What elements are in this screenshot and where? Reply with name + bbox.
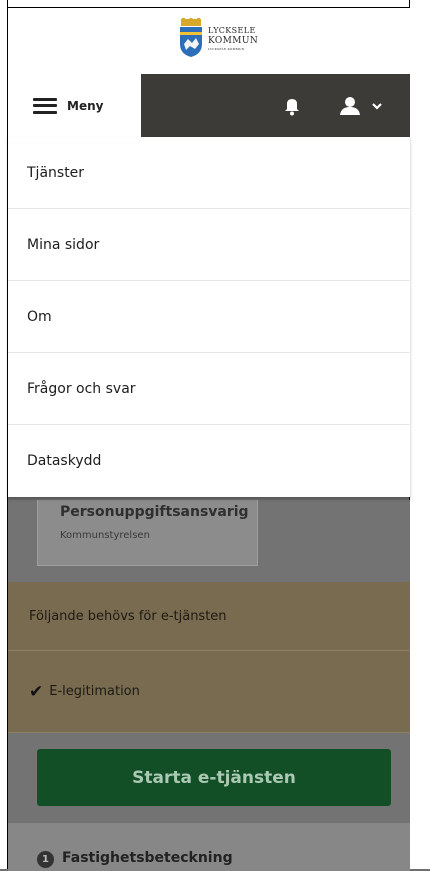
menu-item-tjanster[interactable]: Tjänster [8,137,410,209]
window-frame-top [0,0,430,8]
bell-icon[interactable] [283,96,301,116]
main-menu-dropdown: Tjänster Mina sidor Om Frågor och svar D… [8,137,410,497]
menu-item-dataskydd[interactable]: Dataskydd [8,425,410,497]
step-label: Fastighetsbeteckning [62,850,233,866]
check-icon: ✔ [29,681,44,702]
requirement-label: E-legitimation [49,684,140,699]
page-content: Personuppgiftsansvarig Kommunstyrelsen F… [8,500,410,871]
chevron-down-icon[interactable] [371,100,383,112]
window-frame-right [409,0,430,869]
step-number-badge: 1 [37,851,54,868]
logo-line-2: KOMMUN [208,35,259,46]
requirement-item: ✔ E-legitimation [8,651,410,733]
owner-card: Personuppgiftsansvarig Kommunstyrelsen [37,500,258,566]
site-header: LYCKSELE KOMMUN LYCKSELE KOMMUN [8,8,410,74]
window-frame-left [0,0,8,869]
start-section: Starta e-tjänsten [8,733,410,823]
menu-item-mina-sidor[interactable]: Mina sidor [8,209,410,281]
step-section: 1 Fastighetsbeteckning [8,823,410,871]
owner-title: Personuppgiftsansvarig [60,504,249,520]
coat-of-arms-icon [180,18,202,57]
user-icon[interactable] [339,96,361,116]
logo-line-1: LYCKSELE [208,25,256,35]
menu-item-om[interactable]: Om [8,281,410,353]
navbar: Meny [8,74,410,137]
logo-line-3: LYCKSELE KOMMUN [208,46,245,51]
menu-button[interactable]: Meny [8,74,141,137]
requirements-heading: Följande behövs för e-tjänsten [8,582,410,651]
menu-icon [33,97,57,114]
site-logo[interactable]: LYCKSELE KOMMUN LYCKSELE KOMMUN [178,18,258,58]
owner-section: Personuppgiftsansvarig Kommunstyrelsen [8,500,410,582]
menu-label: Meny [67,98,104,113]
start-service-button[interactable]: Starta e-tjänsten [37,749,391,806]
requirements-section: Följande behövs för e-tjänsten ✔ E-legit… [8,582,410,733]
menu-item-fragor-och-svar[interactable]: Frågor och svar [8,353,410,425]
owner-subtitle: Kommunstyrelsen [60,530,150,541]
logo-wordmark: LYCKSELE KOMMUN LYCKSELE KOMMUN [208,25,258,52]
